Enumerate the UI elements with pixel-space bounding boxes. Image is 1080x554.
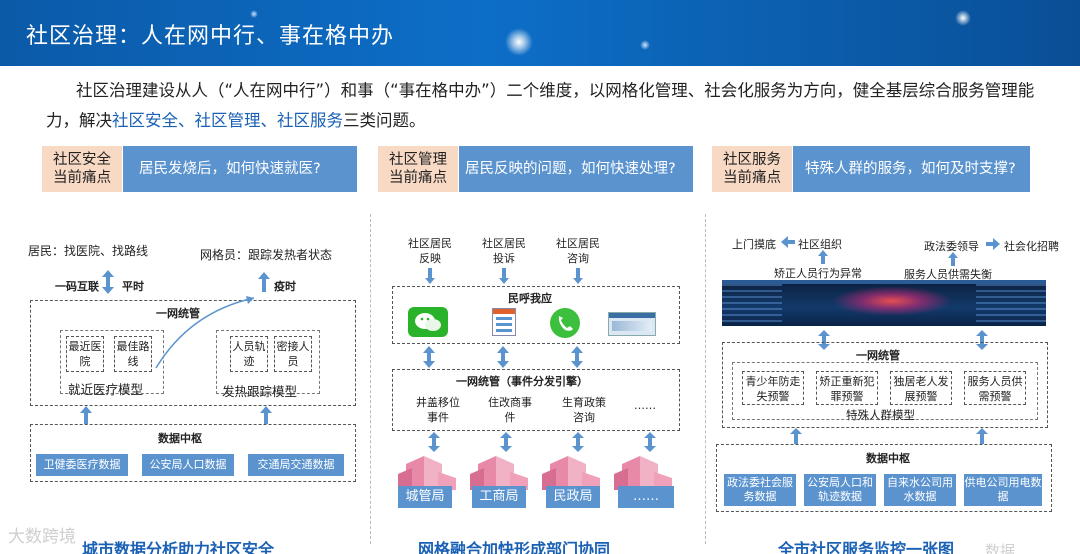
arrow-label-normal: 平时 [122,280,144,293]
down-arrow-icon [573,268,583,284]
warning-reoffend: 矫正重新犯罪预警 [816,371,878,405]
pain-tag-service: 社区服务 当前痛点 [712,146,792,192]
service-sub-correction: 矫正人员行为异常 [774,267,862,280]
police-population-source: 公安局人口数据 [142,454,234,476]
event-manhole: 井盖移位事件 [416,396,460,424]
light-glow [640,40,650,50]
arrow-label-left: 一码互联 [55,280,99,293]
up-arrow-icon [260,406,272,424]
page-title: 社区治理：人在网中行、事在格中办 [26,24,395,49]
traffic-data-source: 交通局交通数据 [248,454,344,476]
warning-service-staff: 服务人员供需预警 [964,371,1026,405]
pain-question-manage: 居民反映的问题，如何快速处理? [459,146,693,192]
event-more: …… [634,399,656,412]
source-police: 公安局人口和轨迹数据 [804,474,876,506]
right-arrow-icon [986,238,1000,250]
down-arrow-icon [499,268,509,284]
light-glow [505,28,533,56]
service-data-hub-label: 数据中枢 [866,452,910,465]
up-down-arrow-icon [423,346,435,368]
building-icon [542,456,600,490]
header-banner: 社区治理：人在网中行、事在格中办 [0,0,1080,66]
light-glow [250,10,258,18]
pain-tag-safety: 社区安全 当前痛点 [42,146,122,192]
gridman-need: 网格员：跟踪发热者状态 [200,248,333,262]
up-down-arrow-icon [572,432,584,452]
watermark-left: 大数跨境 [8,527,76,547]
service-caption: 全市社区服务监控一张图 [778,540,955,554]
monitoring-dashboard-screen [722,280,1046,326]
building-icon [398,456,456,490]
event-engine-label: 一网统管（事件分发引擎） [456,375,588,388]
warning-elderly: 独居老人发展预警 [890,371,952,405]
building-icon [614,456,672,490]
left-arrow-icon [781,236,795,248]
close-contact-box: 密接人员 [274,336,312,372]
web-portal-icon [608,312,656,336]
intro-paragraph: 社区治理建设从人（“人在网中行”）和事（“事在格中办”）二个维度，以网格化管理、… [46,76,1036,136]
dept-more: …… [618,486,674,508]
up-down-arrow-icon [102,270,114,294]
up-down-arrow-icon [644,432,656,452]
up-arrow-icon [818,250,828,264]
service-top-recruit: 社会化招聘 [1004,240,1059,253]
event-birth-policy: 生育政策咨询 [562,396,606,424]
arrow-label-epidemic: 疫时 [274,280,296,293]
warning-youth: 青少年防走失预警 [742,371,804,405]
up-arrow-icon [80,406,92,424]
health-data-source: 卫健委医疗数据 [36,454,128,476]
source-politics: 政法委社会服务数据 [724,474,796,506]
event-residential-commercial: 住改商事件 [488,396,532,424]
up-arrow-icon [258,272,270,292]
input-complaint: 社区居民投诉 [482,237,526,265]
up-down-arrow-icon [428,432,440,452]
service-top-survey: 上门摸底 [732,238,776,251]
special-group-model-title: 特殊人群模型 [846,408,915,422]
safety-caption: 城市数据分析助力社区安全 [82,540,275,554]
up-arrow-icon [976,428,988,444]
manage-caption: 网格融合加快形成部门协同 [418,540,611,554]
app-form-icon [492,308,516,336]
dept-commerce: 工商局 [472,486,526,508]
source-water: 自来水公司用水数据 [884,474,956,506]
pain-tag-manage: 社区管理 当前痛点 [378,146,458,192]
watermark-right: 数据... [985,542,1030,554]
service-unify-label: 一网统管 [856,349,900,362]
column-divider [705,214,706,544]
curve-arrow-icon [155,296,255,369]
data-hub-label: 数据中枢 [158,432,202,445]
up-arrow-icon [790,428,802,444]
input-reflect: 社区居民反映 [408,237,452,265]
input-consult: 社区居民咨询 [556,237,600,265]
dept-civil-affairs: 民政局 [546,486,600,508]
light-glow [955,10,971,26]
wechat-icon [408,307,448,337]
intro-text-end: 三类问题。 [343,111,426,130]
column-divider [370,214,371,544]
intro-highlight: 社区安全、社区管理、社区服务 [112,111,343,130]
best-route-box: 最佳路线 [114,336,152,372]
up-down-arrow-icon [497,346,509,368]
up-down-arrow-icon [571,346,583,368]
hotline-label: 民呼我应 [508,292,552,305]
up-down-arrow-icon [500,432,512,452]
building-icon [470,456,528,490]
pain-question-service: 特殊人群的服务，如何及时支撑? [793,146,1030,192]
dept-urban-management: 城管局 [398,486,452,508]
phone-icon [550,308,580,338]
nearest-hospital-box: 最近医院 [66,336,104,372]
fever-model-title: 发热跟踪模型 [222,384,298,399]
source-power: 供电公司用电数据 [964,474,1042,506]
resident-need: 居民：找医院、找路线 [28,244,149,258]
medical-model-title: 就近医疗模型 [68,382,144,397]
down-arrow-icon [425,268,435,284]
pain-question-safety: 居民发烧后，如何快速就医? [123,146,357,192]
up-arrow-icon [948,252,958,266]
